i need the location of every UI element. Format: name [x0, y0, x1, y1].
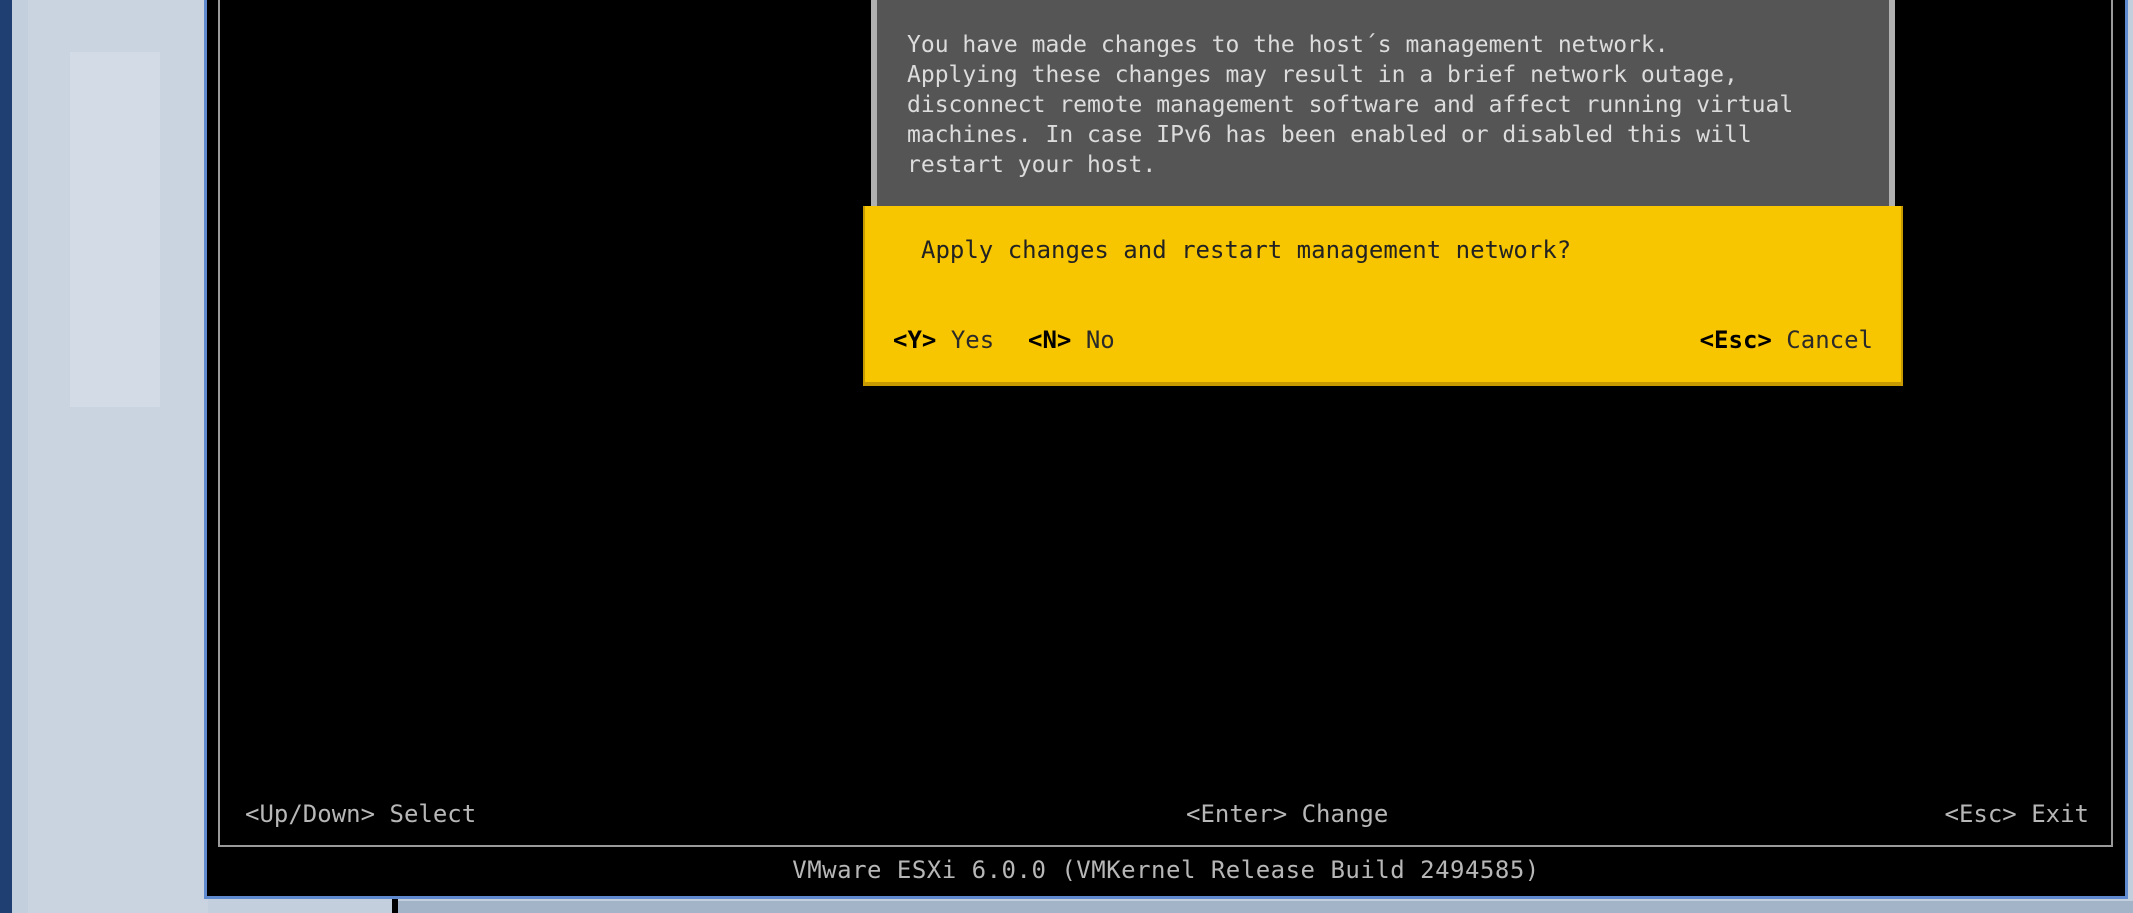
yes-key-hint: <Y>	[893, 326, 937, 354]
desktop-left-edge	[0, 0, 12, 913]
version-label: VMware ESXi 6.0.0 (VMKernel Release Buil…	[792, 856, 1540, 884]
desktop-bottom-strip	[392, 899, 2133, 913]
background-side-panel	[28, 0, 208, 913]
exit-hint: <Esc> Exit	[1944, 800, 2090, 828]
yes-button[interactable]: <Y> Yes	[893, 326, 994, 354]
console-window[interactable]: You have made changes to the host´s mana…	[204, 0, 2128, 899]
apply-changes-dialog: You have made changes to the host´s mana…	[863, 0, 1903, 386]
cancel-key-hint: <Esc>	[1699, 326, 1772, 354]
dialog-question-box: Apply changes and restart management net…	[863, 206, 1903, 386]
select-hint: <Up/Down> Select	[245, 800, 477, 828]
dcui-screen[interactable]: You have made changes to the host´s mana…	[218, 0, 2113, 847]
no-key-hint: <N>	[1028, 326, 1072, 354]
cancel-label: Cancel	[1786, 326, 1873, 354]
no-label: No	[1085, 326, 1115, 354]
dialog-question-text: Apply changes and restart management net…	[921, 236, 1572, 264]
desktop-bottom-fill	[398, 901, 2133, 913]
footer-key-hints: <Up/Down> Select <Enter> Change <Esc> Ex…	[220, 800, 2111, 834]
cancel-button[interactable]: <Esc> Cancel	[1700, 326, 1873, 354]
change-hint: <Enter> Change	[1186, 800, 1389, 828]
dialog-message-box: You have made changes to the host´s mana…	[871, 0, 1895, 206]
yes-label: Yes	[950, 326, 995, 354]
dialog-message-text: You have made changes to the host´s mana…	[907, 32, 1794, 178]
background-panel-inner	[70, 52, 160, 407]
no-button[interactable]: <N> No	[1028, 326, 1115, 354]
